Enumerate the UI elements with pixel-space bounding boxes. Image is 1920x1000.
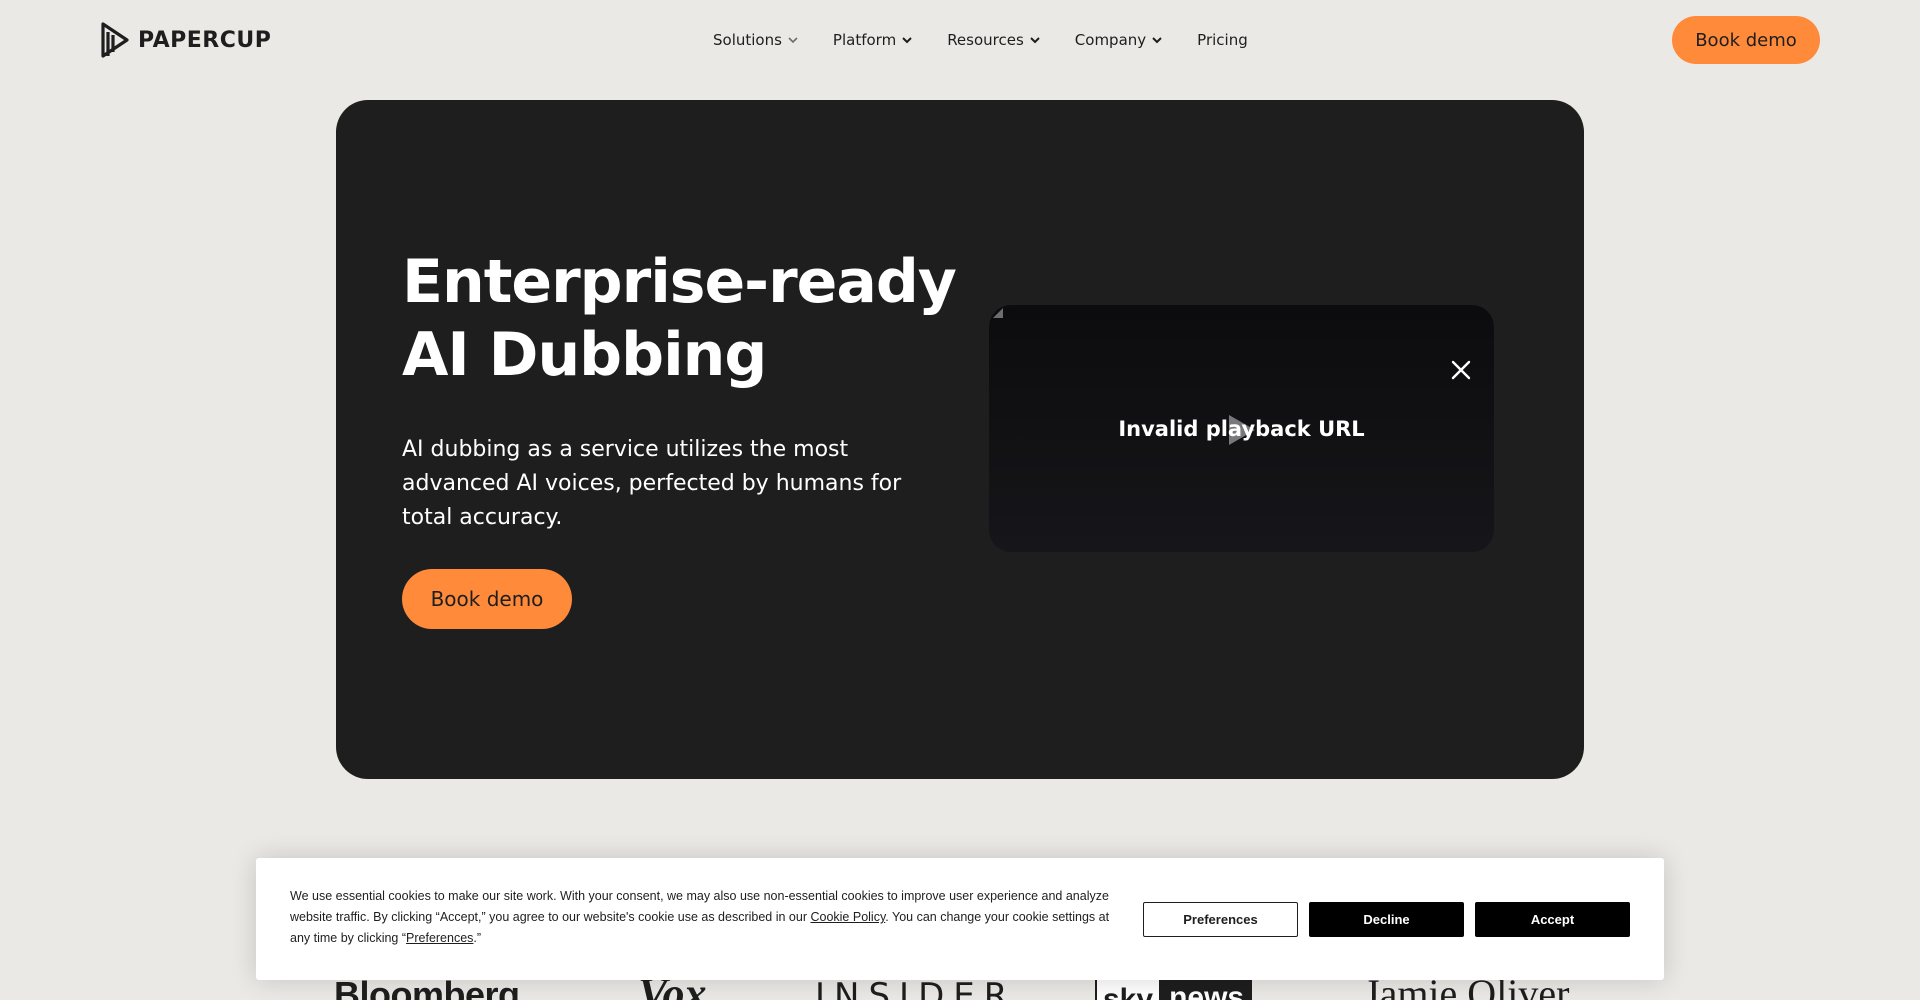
- nav-item-platform[interactable]: Platform: [833, 28, 913, 52]
- hero-title: Enterprise-ready AI Dubbing: [402, 246, 957, 392]
- cookie-text-part-3: .”: [473, 931, 482, 945]
- decline-button[interactable]: Decline: [1309, 902, 1464, 937]
- chevron-down-icon: [1152, 37, 1162, 44]
- book-demo-hero-button[interactable]: Book demo: [402, 569, 572, 629]
- nav-item-pricing[interactable]: Pricing: [1197, 28, 1248, 52]
- papercup-logo-icon: [101, 22, 129, 58]
- sky-news-logo-news: news: [1161, 978, 1253, 1000]
- cookie-policy-link[interactable]: Cookie Policy: [810, 910, 885, 924]
- nav-item-solutions[interactable]: Solutions: [713, 28, 799, 52]
- cookie-banner: We use essential cookies to make our sit…: [256, 858, 1664, 980]
- video-error-message: Invalid playback URL: [1118, 417, 1365, 441]
- nav-item-resources[interactable]: Resources: [947, 28, 1041, 52]
- chevron-down-icon: [1030, 37, 1040, 44]
- hero-title-line-1: Enterprise-ready: [402, 247, 957, 317]
- preferences-button[interactable]: Preferences: [1143, 902, 1298, 937]
- nav-item-label: Solutions: [713, 31, 782, 49]
- video-player[interactable]: Invalid playback URL: [989, 305, 1494, 552]
- sky-news-logo: sky news: [1095, 978, 1253, 1000]
- main-nav: Solutions Platform Resources Company Pri…: [713, 28, 1282, 52]
- hero-section: Enterprise-ready AI Dubbing AI dubbing a…: [336, 100, 1584, 779]
- site-header: PAPERCUP Solutions Platform Resources Co…: [0, 0, 1920, 80]
- hero-subtitle: AI dubbing as a service utilizes the mos…: [402, 437, 902, 530]
- nav-item-label: Pricing: [1197, 31, 1248, 49]
- nav-item-label: Platform: [832, 31, 897, 49]
- chevron-down-icon: [902, 37, 912, 44]
- preferences-link[interactable]: Preferences: [406, 931, 473, 945]
- brand-name: PAPERCUP: [138, 27, 272, 53]
- nav-item-label: Company: [1074, 31, 1147, 49]
- accept-button[interactable]: Accept: [1475, 902, 1630, 937]
- cookie-message: We use essential cookies to make our sit…: [290, 886, 1116, 949]
- nav-item-company[interactable]: Company: [1075, 28, 1163, 52]
- papercup-logo[interactable]: PAPERCUP: [100, 22, 271, 58]
- nav-item-label: Resources: [947, 31, 1024, 49]
- sky-news-logo-sky: sky: [1095, 978, 1162, 1000]
- hero-title-line-2: AI Dubbing: [402, 320, 767, 390]
- chevron-down-icon: [788, 37, 798, 44]
- close-icon[interactable]: [1450, 359, 1472, 381]
- book-demo-header-button[interactable]: Book demo: [1672, 16, 1820, 64]
- broken-image-icon: [993, 308, 1003, 318]
